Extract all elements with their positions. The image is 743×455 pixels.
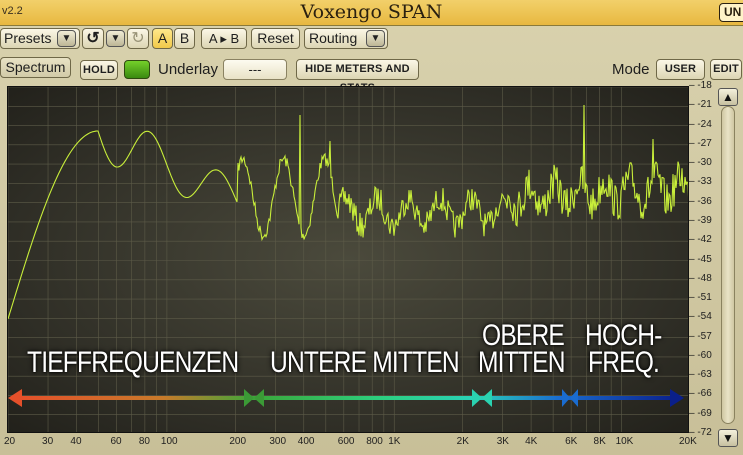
frequency-tick-label: 4K bbox=[525, 436, 538, 447]
hide-meters-button[interactable]: HIDE METERS AND STATS bbox=[296, 59, 419, 94]
db-tick-label: – -33 bbox=[689, 176, 712, 188]
redo-button[interactable]: ↻ bbox=[127, 28, 149, 49]
spectrum-curve bbox=[8, 104, 688, 320]
frequency-tick-label: 300 bbox=[269, 436, 287, 447]
frequency-range-arrow bbox=[8, 389, 684, 407]
db-tick-label: – -48 bbox=[689, 272, 712, 284]
tab-spectrum[interactable]: Spectrum bbox=[0, 57, 71, 78]
redo-icon: ↻ bbox=[131, 30, 145, 47]
label-upper-mids-2: MITTEN bbox=[478, 346, 565, 379]
frequency-tick-label: 400 bbox=[297, 436, 315, 447]
frequency-tick-label: 20 bbox=[4, 436, 16, 447]
preset-b-button[interactable]: B bbox=[174, 28, 195, 49]
scroll-track[interactable] bbox=[721, 106, 735, 424]
frequency-tick-label: 6K bbox=[565, 436, 578, 447]
label-high-frequencies-2: FREQ. bbox=[588, 346, 660, 379]
hold-button[interactable]: HOLD bbox=[80, 60, 118, 80]
routing-dropdown-icon: ▼ bbox=[366, 30, 385, 47]
db-tick-label: – -60 bbox=[689, 349, 712, 361]
mode-user-button[interactable]: USER bbox=[656, 59, 705, 80]
frequency-tick-label: 8K bbox=[593, 436, 606, 447]
triangle-down-icon: ▼ bbox=[722, 431, 734, 445]
reset-button[interactable]: Reset bbox=[251, 28, 300, 49]
range-bar bbox=[18, 396, 678, 400]
span-window: v2.2 Voxengo SPAN UN Presets ▼ ↺ ▼ ↻ A B… bbox=[0, 0, 743, 455]
divider-lowmid-left bbox=[254, 389, 264, 407]
grid-lines bbox=[8, 87, 688, 432]
db-tick-label: – -39 bbox=[689, 214, 712, 226]
preset-a-button[interactable]: A bbox=[152, 28, 173, 49]
copy-a-to-b-button[interactable]: A ▸ B bbox=[201, 28, 247, 49]
label-low-frequencies: TIEFFREQUENZEN bbox=[27, 346, 239, 379]
undo-icon: ↺ bbox=[86, 30, 100, 47]
db-tick-label: – -21 bbox=[689, 99, 712, 111]
app-title: Voxengo SPAN bbox=[300, 1, 443, 23]
db-tick-label: – -51 bbox=[689, 292, 712, 304]
presets-dropdown-icon: ▼ bbox=[57, 30, 76, 47]
triangle-up-icon: ▲ bbox=[722, 90, 734, 104]
frequency-tick-label: 80 bbox=[138, 436, 150, 447]
range-arrow-left bbox=[8, 389, 22, 407]
undo-history-dropdown-icon[interactable]: ▼ bbox=[106, 30, 125, 47]
presets-button[interactable]: Presets ▼ bbox=[0, 28, 80, 49]
db-tick-label: – -36 bbox=[689, 195, 712, 207]
unregistered-button[interactable]: UN bbox=[719, 3, 743, 22]
frequency-tick-label: 100 bbox=[160, 436, 178, 447]
divider-lowmid-right bbox=[472, 389, 482, 407]
frequency-tick-label: 2K bbox=[456, 436, 469, 447]
scroll-down-button[interactable]: ▼ bbox=[718, 429, 738, 447]
frequency-tick-label: 800 bbox=[366, 436, 383, 447]
spectrum-plot bbox=[8, 87, 688, 432]
frequency-tick-label: 1K bbox=[388, 436, 401, 447]
frequency-tick-label: 3K bbox=[496, 436, 509, 447]
db-tick-label: – -63 bbox=[689, 369, 712, 381]
routing-button[interactable]: Routing ▼ bbox=[304, 28, 388, 49]
db-tick-label: – -54 bbox=[689, 311, 712, 323]
db-tick-label: – -57 bbox=[689, 330, 712, 342]
frequency-tick-label: 40 bbox=[70, 436, 82, 447]
underlay-select[interactable]: --- bbox=[223, 59, 287, 80]
divider-highmid-left bbox=[482, 389, 492, 407]
presets-label: Presets bbox=[4, 30, 52, 46]
scroll-up-button[interactable]: ▲ bbox=[718, 88, 738, 106]
range-arrow-right bbox=[670, 389, 684, 407]
frequency-tick-label: 20K bbox=[679, 436, 697, 447]
frequency-tick-label: 600 bbox=[337, 436, 355, 447]
db-tick-label: – -66 bbox=[689, 388, 712, 400]
frequency-tick-label: 30 bbox=[42, 436, 54, 447]
undo-button[interactable]: ↺ bbox=[82, 28, 104, 49]
db-tick-label: – -30 bbox=[689, 157, 712, 169]
db-tick-label: – -24 bbox=[689, 118, 712, 130]
db-tick-label: – -69 bbox=[689, 407, 712, 419]
title-bar: v2.2 Voxengo SPAN UN bbox=[0, 0, 743, 26]
edit-button[interactable]: EDIT bbox=[710, 59, 742, 80]
spectrum-display[interactable]: TIEFFREQUENZEN UNTERE MITTEN OBERE MITTE… bbox=[7, 86, 689, 433]
underlay-label: Underlay bbox=[158, 61, 219, 78]
db-tick-label: – -42 bbox=[689, 234, 712, 246]
label-lower-mids: UNTERE MITTEN bbox=[270, 346, 460, 379]
db-tick-label: – -18 bbox=[689, 80, 712, 91]
routing-label: Routing bbox=[309, 30, 358, 46]
mode-label: Mode bbox=[612, 61, 650, 78]
frequency-axis: 20 30 40 60 80 100 200 300 400 600 800 1K 2K 3K 4K 6K 8K… bbox=[0, 433, 716, 455]
db-tick-label: – -45 bbox=[689, 253, 712, 265]
frequency-tick-label: 200 bbox=[229, 436, 247, 447]
db-scale: – -18 – -21 – -24 – -27 – -30 – -33 – -36 – -39… bbox=[689, 80, 717, 438]
divider-low-right bbox=[244, 389, 254, 407]
db-tick-label: – -27 bbox=[689, 137, 712, 149]
divider-highmid-right bbox=[562, 389, 570, 407]
hold-indicator-led[interactable] bbox=[124, 60, 150, 79]
db-range-scrollbar[interactable]: ▲ ▼ bbox=[716, 86, 740, 450]
frequency-tick-label: 10K bbox=[615, 436, 634, 447]
frequency-tick-label: 60 bbox=[110, 436, 122, 447]
